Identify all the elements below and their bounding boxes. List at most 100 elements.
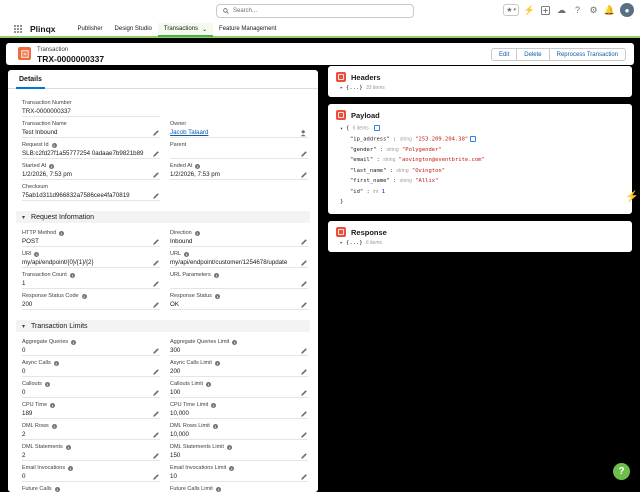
add-icon[interactable]	[540, 5, 551, 16]
info-icon[interactable]: i	[50, 402, 56, 408]
info-icon[interactable]: i	[51, 142, 57, 148]
section-request-information[interactable]: ▾ Request Information	[16, 211, 310, 223]
field-value: 300	[170, 346, 308, 356]
pencil-icon[interactable]	[152, 192, 160, 200]
delete-button[interactable]: Delete	[516, 48, 550, 61]
pencil-icon[interactable]	[300, 431, 308, 439]
caret-down-icon[interactable]: ▾	[340, 126, 343, 132]
caret-right-icon[interactable]: ▸	[340, 240, 343, 246]
pencil-icon[interactable]	[300, 452, 308, 460]
reprocess-transaction-button[interactable]: Reprocess Transaction	[548, 48, 626, 61]
nav-item-publisher[interactable]: Publisher	[72, 22, 109, 36]
info-icon[interactable]: i	[212, 423, 218, 429]
pencil-icon[interactable]	[152, 171, 160, 179]
payload-entry[interactable]: "first_name" : string "Allix"	[350, 178, 438, 184]
pencil-icon[interactable]	[152, 259, 160, 267]
avatar[interactable]: ●	[620, 3, 634, 17]
payload-entry[interactable]: "email" : string "aovington@eventbrite.c…	[350, 157, 485, 163]
owner-link[interactable]: Jacob Talaard	[170, 128, 308, 138]
app-launcher-icon[interactable]	[14, 24, 23, 34]
pencil-icon[interactable]	[152, 347, 160, 355]
nav-item-transactions[interactable]: Transactions ⌄	[157, 23, 214, 37]
info-icon[interactable]: i	[44, 381, 50, 387]
copy-icon[interactable]	[470, 136, 477, 142]
pencil-icon[interactable]	[300, 473, 308, 481]
section-transaction-limits[interactable]: ▾ Transaction Limits	[16, 320, 310, 332]
pencil-icon[interactable]	[152, 368, 160, 376]
field-limit: CPU Time i 189	[22, 401, 162, 419]
info-icon[interactable]: i	[68, 465, 74, 471]
pencil-icon[interactable]	[300, 238, 308, 246]
payload-entry[interactable]: "id" : int 1	[350, 189, 385, 195]
info-icon[interactable]: i	[34, 251, 40, 257]
info-icon[interactable]: i	[49, 163, 55, 169]
copy-icon[interactable]	[374, 125, 381, 131]
info-icon[interactable]: i	[65, 444, 71, 450]
card-title: Payload	[351, 110, 380, 120]
info-icon[interactable]: i	[71, 339, 77, 345]
pencil-icon[interactable]	[152, 301, 160, 309]
pencil-icon[interactable]	[152, 389, 160, 397]
field-label: Transaction Count	[22, 272, 67, 278]
info-icon[interactable]: i	[69, 272, 75, 278]
edit-button[interactable]: Edit	[490, 48, 518, 61]
chevron-down-icon[interactable]: ⌄	[202, 26, 207, 33]
info-icon[interactable]: i	[53, 360, 59, 366]
info-icon[interactable]: i	[213, 272, 219, 278]
payload-entry[interactable]: "gender" : string "Polygender"	[350, 147, 442, 153]
trailhead-icon[interactable]: ☁	[556, 5, 567, 16]
pencil-icon[interactable]	[300, 410, 308, 418]
pencil-icon[interactable]	[300, 280, 308, 288]
pencil-icon[interactable]	[152, 473, 160, 481]
info-icon[interactable]: i	[184, 251, 190, 257]
payload-entry[interactable]: "ip_address" : string "253.209.204.38"	[350, 136, 477, 143]
caret-right-icon[interactable]: ▸	[340, 85, 343, 91]
info-icon[interactable]: i	[195, 163, 201, 169]
pencil-icon[interactable]	[300, 171, 308, 179]
pencil-icon[interactable]	[152, 280, 160, 288]
info-icon[interactable]: i	[215, 486, 221, 492]
headers-collapsed-node[interactable]: ▸ {...} 33 items	[340, 85, 385, 91]
global-search[interactable]: Search...	[216, 4, 414, 18]
info-icon[interactable]: i	[194, 230, 200, 236]
info-icon[interactable]: i	[81, 293, 87, 299]
field-label: DML Rows	[22, 423, 49, 429]
pencil-icon[interactable]	[152, 452, 160, 460]
bell-icon[interactable]: 🔔	[604, 5, 615, 16]
pencil-icon[interactable]	[300, 347, 308, 355]
tab-details[interactable]: Details	[16, 76, 45, 89]
info-icon[interactable]: i	[232, 339, 238, 345]
info-icon[interactable]: i	[229, 465, 235, 471]
info-icon[interactable]: i	[206, 381, 212, 387]
payload-entry[interactable]: "last_name" : string "Ovington"	[350, 168, 445, 174]
help-icon[interactable]: ?	[572, 5, 583, 16]
pencil-icon[interactable]	[152, 410, 160, 418]
pencil-icon[interactable]	[300, 301, 308, 309]
info-icon[interactable]: i	[54, 486, 60, 492]
info-icon[interactable]: i	[51, 423, 57, 429]
pencil-icon[interactable]	[152, 129, 160, 137]
field-label: Callouts Limit	[170, 381, 204, 387]
pencil-icon[interactable]	[152, 238, 160, 246]
pencil-icon[interactable]	[152, 150, 160, 158]
pencil-icon[interactable]	[300, 389, 308, 397]
nav-item-feature-management[interactable]: Feature Management	[213, 22, 282, 36]
nav-item-design-studio[interactable]: Design Studio	[109, 22, 158, 36]
info-icon[interactable]: i	[59, 230, 65, 236]
pencil-icon[interactable]	[300, 259, 308, 267]
pencil-icon[interactable]	[300, 150, 308, 158]
help-button[interactable]: ?	[613, 463, 630, 480]
info-icon[interactable]: i	[214, 293, 220, 299]
response-collapsed-node[interactable]: ▸ {...} 6 items	[340, 240, 382, 246]
pencil-icon[interactable]	[152, 431, 160, 439]
field-response-status: Response Status i OK	[170, 292, 310, 310]
info-icon[interactable]: i	[211, 402, 217, 408]
favorites-button[interactable]: ★ ▾	[503, 4, 519, 16]
gear-icon[interactable]: ⚙	[588, 5, 599, 16]
pencil-icon[interactable]	[300, 368, 308, 376]
info-icon[interactable]: i	[214, 360, 220, 366]
change-owner-icon[interactable]	[300, 129, 308, 137]
lightning-icon[interactable]: ⚡	[524, 5, 535, 16]
info-icon[interactable]: i	[226, 444, 232, 450]
payload-root-node[interactable]: ▾{ 6 items	[340, 125, 381, 132]
